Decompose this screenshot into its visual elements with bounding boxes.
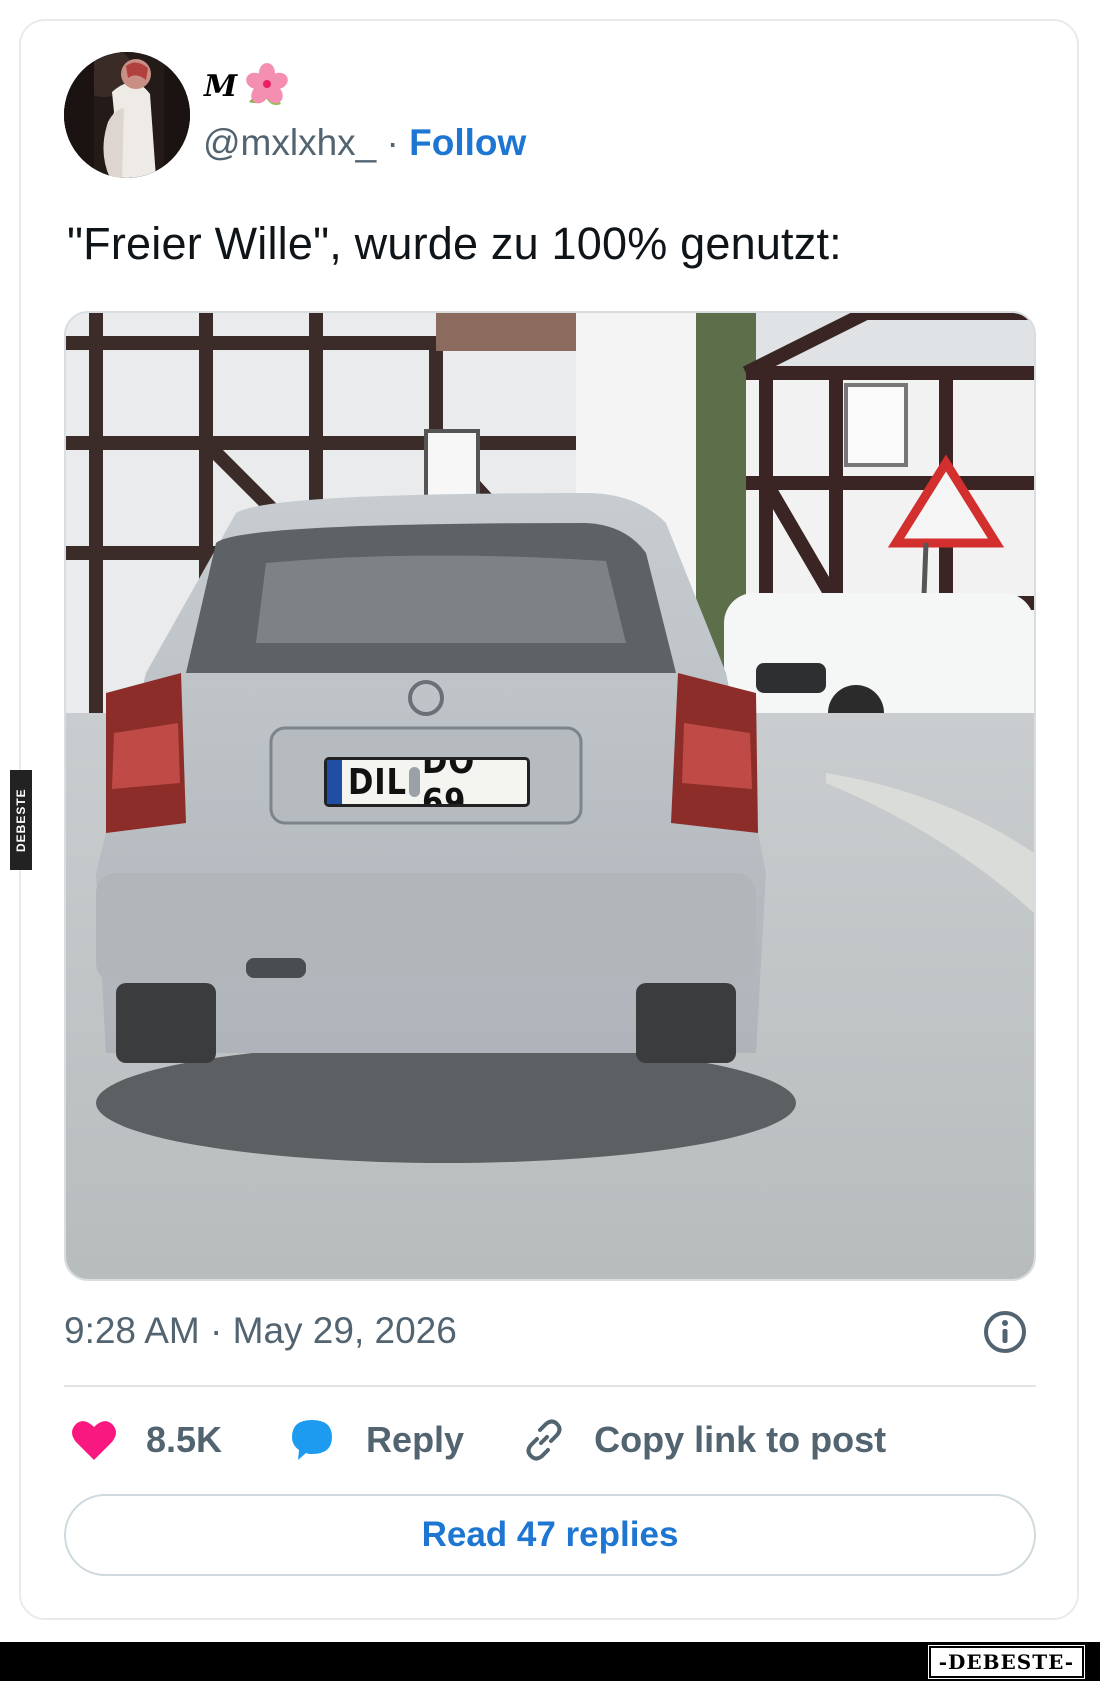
read-replies-button[interactable]: Read 47 replies: [64, 1494, 1036, 1576]
tweet-photo[interactable]: DIL DO 69: [64, 311, 1036, 1281]
license-plate: DIL DO 69: [324, 757, 530, 807]
like-button[interactable]: 8.5K: [70, 1418, 222, 1462]
author-name-row[interactable]: M: [204, 58, 291, 114]
author-handle[interactable]: @mxlxhx_: [203, 122, 376, 163]
avatar[interactable]: [64, 52, 190, 178]
plate-eu-strip: [327, 760, 342, 804]
plate-number: DO 69: [422, 757, 476, 807]
link-icon: [526, 1419, 562, 1461]
info-icon: [984, 1311, 1026, 1353]
action-bar: 8.5K Reply Copy link to post: [70, 1410, 886, 1470]
reply-button[interactable]: Reply: [288, 1416, 464, 1464]
tweet-text: "Freier Wille", wurde zu 100% genutzt:: [67, 218, 842, 269]
author-display-name: M: [204, 68, 238, 104]
plate-seal: [408, 767, 421, 797]
reply-bubble-icon: [292, 1420, 333, 1460]
pink-flower-icon: [246, 63, 289, 105]
copy-link-button[interactable]: Copy link to post: [520, 1416, 886, 1464]
reply-label: Reply: [366, 1419, 465, 1460]
info-button[interactable]: [982, 1309, 1028, 1355]
copy-link-label: Copy link to post: [594, 1419, 887, 1460]
heart-icon: [72, 1421, 116, 1460]
side-watermark: DEBESTE: [10, 770, 32, 870]
car-photo-illustration: [66, 313, 1034, 1279]
author-handle-row: @mxlxhx_ · Follow: [203, 122, 526, 164]
divider: [64, 1385, 1036, 1387]
tweet-timestamp[interactable]: 9:28 AM · May 29, 2026: [64, 1310, 457, 1352]
handle-separator: ·: [386, 122, 399, 163]
follow-button[interactable]: Follow: [409, 122, 526, 163]
like-count: 8.5K: [146, 1419, 223, 1460]
read-replies-label: Read 47 replies: [421, 1515, 679, 1554]
watermark-logo: -DEBESTE-: [927, 1645, 1086, 1679]
plate-region: DIL: [347, 761, 407, 803]
avatar-image: [64, 52, 190, 178]
